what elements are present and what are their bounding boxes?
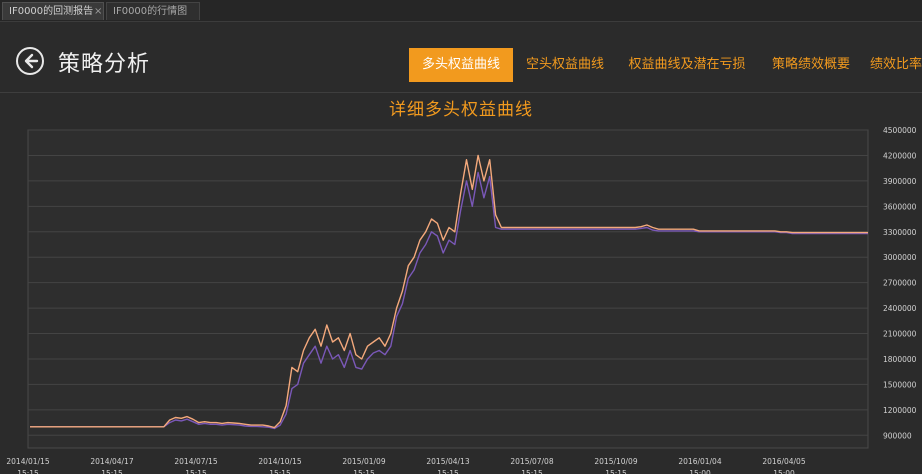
tab-label: IF0000的回测报告 <box>9 6 94 17</box>
x-tick-time: 15:15 <box>185 469 207 474</box>
y-tick-label: 4200000 <box>883 151 917 160</box>
page-header: 策略分析 多头权益曲线 空头权益曲线 权益曲线及潜在亏损 策略绩效概要 绩效比率 <box>0 22 922 93</box>
x-tick-time: 15:00 <box>689 469 711 474</box>
x-tick-date: 2014/10/15 <box>258 457 301 466</box>
x-tick-date: 2016/04/05 <box>762 457 805 466</box>
x-tick-date: 2014/07/15 <box>174 457 217 466</box>
tab-market-chart[interactable]: IF0000的行情图 <box>106 2 200 20</box>
close-icon[interactable]: × <box>94 3 102 21</box>
tab-short-equity-curve[interactable]: 空头权益曲线 <box>520 48 610 82</box>
page-title: 策略分析 <box>58 52 151 77</box>
y-tick-label: 4500000 <box>883 126 917 135</box>
y-tick-label: 1500000 <box>883 380 917 389</box>
x-tick-date: 2015/07/08 <box>510 457 553 466</box>
tab-performance-summary[interactable]: 策略绩效概要 <box>764 48 858 82</box>
x-tick-date: 2014/01/15 <box>6 457 49 466</box>
y-tick-label: 1200000 <box>883 406 917 415</box>
x-tick-date: 2014/04/17 <box>90 457 133 466</box>
y-tick-label: 2400000 <box>883 304 917 313</box>
tab-long-equity-curve[interactable]: 多头权益曲线 <box>409 48 513 82</box>
back-arrow-icon[interactable] <box>16 47 44 75</box>
y-tick-label: 3900000 <box>883 177 917 186</box>
tab-equity-and-drawdown[interactable]: 权益曲线及潜在亏损 <box>622 48 752 82</box>
x-tick-time: 15:15 <box>353 469 375 474</box>
tab-backtest-report[interactable]: IF0000的回测报告 × <box>2 2 104 20</box>
x-tick-time: 15:15 <box>605 469 627 474</box>
x-tick-time: 15:00 <box>773 469 795 474</box>
x-tick-date: 2015/04/13 <box>426 457 469 466</box>
chart-area: 详细多头权益曲线 4500000 4200000 3900000 3600000 330… <box>0 93 922 474</box>
x-tick-date: 2015/10/09 <box>594 457 637 466</box>
y-tick-label: 900000 <box>883 431 912 440</box>
equity-chart: 4500000 4200000 3900000 3600000 3300000 30000… <box>6 126 917 474</box>
y-tick-label: 3600000 <box>883 202 917 211</box>
x-tick-time: 15:15 <box>269 469 291 474</box>
y-tick-label: 1800000 <box>883 355 917 364</box>
y-tick-label: 2100000 <box>883 330 917 339</box>
document-tab-bar: IF0000的回测报告 × IF0000的行情图 <box>0 0 922 22</box>
x-tick-time: 15:15 <box>437 469 459 474</box>
x-tick-time: 15:15 <box>101 469 123 474</box>
tab-performance-ratios[interactable]: 绩效比率 <box>870 48 922 82</box>
tab-label: IF0000的行情图 <box>113 6 188 17</box>
x-tick-time: 15:15 <box>521 469 543 474</box>
y-tick-label: 3300000 <box>883 228 917 237</box>
x-tick-date: 2016/01/04 <box>678 457 721 466</box>
y-tick-label: 2700000 <box>883 279 917 288</box>
plot-area <box>27 129 869 449</box>
x-tick-date: 2015/01/09 <box>342 457 385 466</box>
y-tick-label: 3000000 <box>883 253 917 262</box>
x-tick-time: 15:15 <box>17 469 39 474</box>
